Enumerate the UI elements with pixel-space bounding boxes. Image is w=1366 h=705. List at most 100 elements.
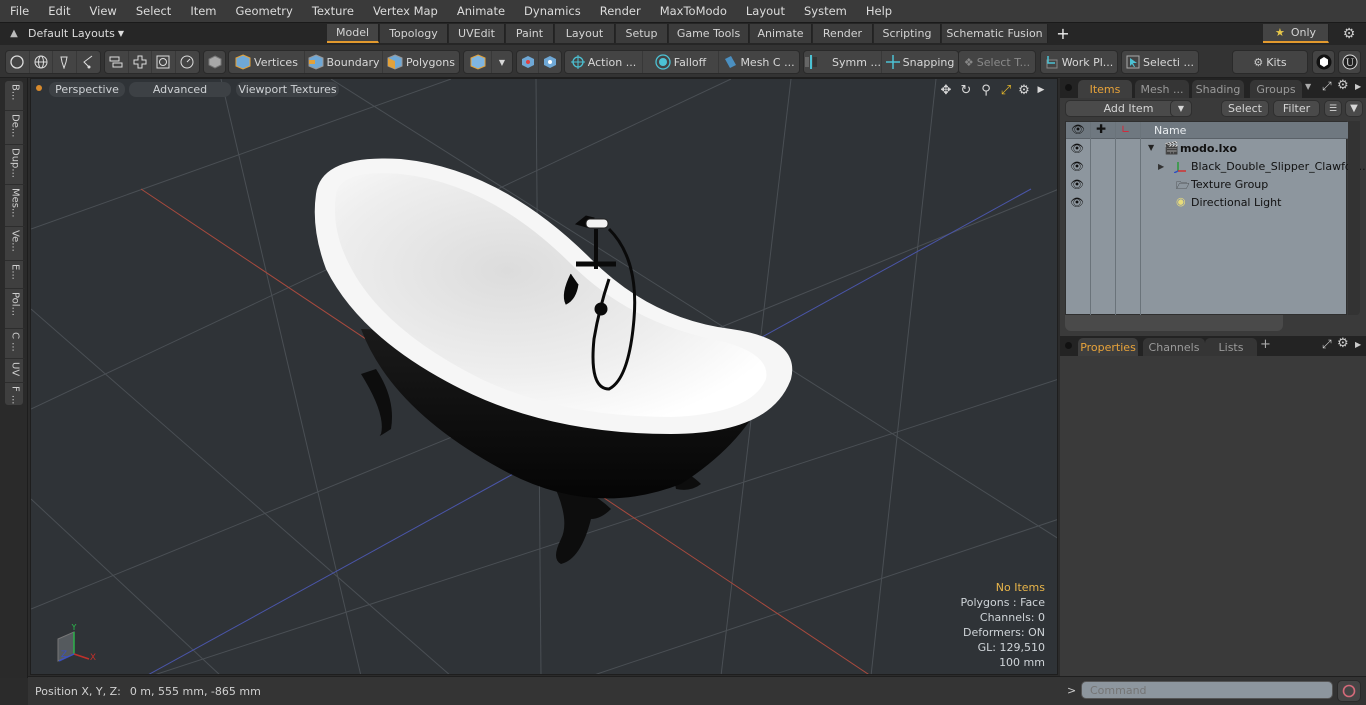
tab-game-tools[interactable]: Game Tools bbox=[669, 24, 749, 43]
left-tab-edge[interactable]: E... bbox=[5, 261, 25, 289]
uv-unwrap-icon[interactable] bbox=[129, 51, 152, 73]
tab-lists[interactable]: Lists bbox=[1205, 338, 1257, 356]
tabs-overflow-chevron-icon[interactable]: ▼ bbox=[1305, 82, 1311, 91]
menu-dynamics[interactable]: Dynamics bbox=[514, 4, 590, 18]
menu-texture[interactable]: Texture bbox=[302, 4, 363, 18]
unreal-icon[interactable]: U bbox=[1339, 51, 1360, 73]
scrollbar-thumb[interactable] bbox=[1065, 315, 1283, 331]
add-layout-tab-button[interactable]: + bbox=[1052, 24, 1074, 43]
globe-icon[interactable] bbox=[30, 51, 53, 73]
tab-setup[interactable]: Setup bbox=[616, 24, 668, 43]
tab-schematic-fusion[interactable]: Schematic Fusion bbox=[942, 24, 1048, 43]
add-properties-tab-button[interactable]: + bbox=[1260, 337, 1271, 352]
symmetry-toggle-icon[interactable] bbox=[539, 51, 561, 73]
advanced-button[interactable]: Advanced bbox=[129, 82, 231, 97]
menu-animate[interactable]: Animate bbox=[447, 4, 514, 18]
perspective-button[interactable]: Perspective bbox=[49, 82, 125, 97]
tab-shading[interactable]: Shading bbox=[1192, 80, 1244, 98]
menu-item[interactable]: Item bbox=[180, 4, 225, 18]
tab-animate[interactable]: Animate bbox=[750, 24, 812, 43]
path-tool-icon[interactable] bbox=[77, 51, 100, 73]
visibility-eye-icon[interactable]: 👁 bbox=[1070, 160, 1084, 174]
kits-button[interactable]: ⚙ Kits bbox=[1233, 51, 1307, 73]
panel-menu-arrow-icon[interactable]: ▶ bbox=[1355, 340, 1361, 349]
timer-icon[interactable] bbox=[176, 51, 199, 73]
tab-channels[interactable]: Channels bbox=[1143, 338, 1205, 356]
name-column-header[interactable]: Name bbox=[1154, 124, 1186, 137]
3d-viewport[interactable]: Perspective Advanced Viewport Textures ✥… bbox=[30, 78, 1058, 675]
tab-topology[interactable]: Topology bbox=[380, 24, 448, 43]
expand-panel-icon[interactable]: ⤢ bbox=[1322, 337, 1332, 352]
items-horizontal-scrollbar[interactable] bbox=[1065, 315, 1347, 331]
tab-paint[interactable]: Paint bbox=[506, 24, 554, 43]
filter-button[interactable]: Filter bbox=[1273, 100, 1320, 117]
action-center-button[interactable]: Action ... bbox=[565, 51, 643, 73]
snapping-button[interactable]: Snapping bbox=[882, 51, 958, 73]
material-dropdown-chevron-icon[interactable]: ▼ bbox=[492, 51, 512, 73]
pen-tool-icon[interactable] bbox=[53, 51, 77, 73]
tree-row-mesh[interactable]: 👁 ▶ Black_Double_Slipper_Clawfo ... bbox=[1066, 158, 1366, 176]
left-tab-basic[interactable]: B... bbox=[5, 81, 25, 111]
menu-maxtomodo[interactable]: MaxToModo bbox=[650, 4, 736, 18]
menu-vertex-map[interactable]: Vertex Map bbox=[363, 4, 447, 18]
tree-row-directional-light[interactable]: 👁 ◉ Directional Light bbox=[1066, 194, 1348, 212]
tab-render[interactable]: Render bbox=[813, 24, 873, 43]
tab-uvedit[interactable]: UVEdit bbox=[449, 24, 505, 43]
menu-system[interactable]: System bbox=[794, 4, 856, 18]
left-tab-curve[interactable]: C ... bbox=[5, 329, 25, 359]
panel-gear-icon[interactable]: ⚙ bbox=[1337, 78, 1349, 93]
action-center-toggle-icon[interactable] bbox=[517, 51, 539, 73]
selection-sets-button[interactable]: Selecti ... bbox=[1122, 51, 1198, 73]
collapse-arrow-icon[interactable]: ▲ bbox=[0, 28, 28, 39]
item-cube-icon[interactable] bbox=[204, 51, 225, 73]
mesh-constraint-button[interactable]: Mesh C ... bbox=[719, 51, 799, 73]
only-toggle[interactable]: ★ Only bbox=[1263, 24, 1329, 43]
add-item-dropdown-chevron-icon[interactable]: ▼ bbox=[1170, 100, 1192, 117]
menu-edit[interactable]: Edit bbox=[38, 4, 79, 18]
tab-model[interactable]: Model bbox=[327, 24, 379, 43]
select-button[interactable]: Select bbox=[1221, 100, 1269, 117]
rotate-view-icon[interactable]: ↻ bbox=[958, 82, 974, 98]
left-tab-fusion[interactable]: F ... bbox=[5, 383, 25, 407]
menu-geometry[interactable]: Geometry bbox=[226, 4, 302, 18]
move-view-icon[interactable]: ✥ bbox=[938, 82, 954, 98]
tab-scripting[interactable]: Scripting bbox=[874, 24, 941, 43]
vertices-button[interactable]: Vertices bbox=[229, 51, 305, 73]
align-icon[interactable] bbox=[105, 51, 129, 73]
default-layouts-dropdown[interactable]: ▲ Default Layouts ▼ bbox=[0, 23, 124, 44]
tab-items[interactable]: Items bbox=[1078, 80, 1132, 98]
panel-gear-icon[interactable]: ⚙ bbox=[1337, 336, 1349, 351]
viewport-settings-gear-icon[interactable]: ⚙ bbox=[1016, 82, 1032, 98]
reference-column-axis-icon[interactable]: ∟ bbox=[1121, 123, 1130, 136]
symmetry-button[interactable]: Symm ... bbox=[804, 51, 882, 73]
zoom-view-icon[interactable]: ⚲ bbox=[978, 82, 994, 98]
left-tab-duplicate[interactable]: Dup... bbox=[5, 145, 25, 185]
settings-gear-icon[interactable]: ⚙ bbox=[1336, 24, 1362, 43]
left-tab-uv[interactable]: UV bbox=[5, 359, 25, 383]
items-vertical-scrollbar[interactable] bbox=[1348, 121, 1360, 315]
left-tab-mesh-edit[interactable]: Mes... bbox=[5, 185, 25, 227]
circle-select-icon[interactable] bbox=[6, 51, 30, 73]
menu-select[interactable]: Select bbox=[126, 4, 180, 18]
tab-properties[interactable]: Properties bbox=[1078, 338, 1138, 356]
tab-layout[interactable]: Layout bbox=[555, 24, 615, 43]
unity-icon[interactable] bbox=[1313, 51, 1334, 73]
select-through-button[interactable]: ❖ Select T... bbox=[959, 51, 1035, 73]
left-tab-polygon[interactable]: Pol... bbox=[5, 289, 25, 329]
expanded-arrow-icon[interactable]: ▼ bbox=[1148, 143, 1154, 152]
list-options-icon[interactable]: ☰ bbox=[1324, 100, 1342, 117]
panel-menu-arrow-icon[interactable]: ▶ bbox=[1355, 82, 1361, 91]
viewport-menu-arrow-icon[interactable]: ▶ bbox=[1033, 82, 1049, 98]
polygons-button[interactable]: Polygons bbox=[383, 51, 459, 73]
tab-groups[interactable]: Groups bbox=[1250, 80, 1302, 98]
boundary-button[interactable]: Boundary bbox=[305, 51, 383, 73]
menu-file[interactable]: File bbox=[0, 4, 38, 18]
maximize-view-icon[interactable]: ⤢ bbox=[998, 82, 1014, 98]
menu-layout[interactable]: Layout bbox=[736, 4, 794, 18]
material-cube-icon[interactable] bbox=[464, 51, 492, 73]
bathtub-model[interactable] bbox=[31, 79, 1058, 675]
visibility-eye-icon[interactable]: 👁 bbox=[1070, 142, 1084, 156]
left-tab-deform[interactable]: De... bbox=[5, 111, 25, 145]
left-tab-vertex[interactable]: Ve... bbox=[5, 227, 25, 261]
record-macro-button[interactable] bbox=[1337, 680, 1361, 702]
